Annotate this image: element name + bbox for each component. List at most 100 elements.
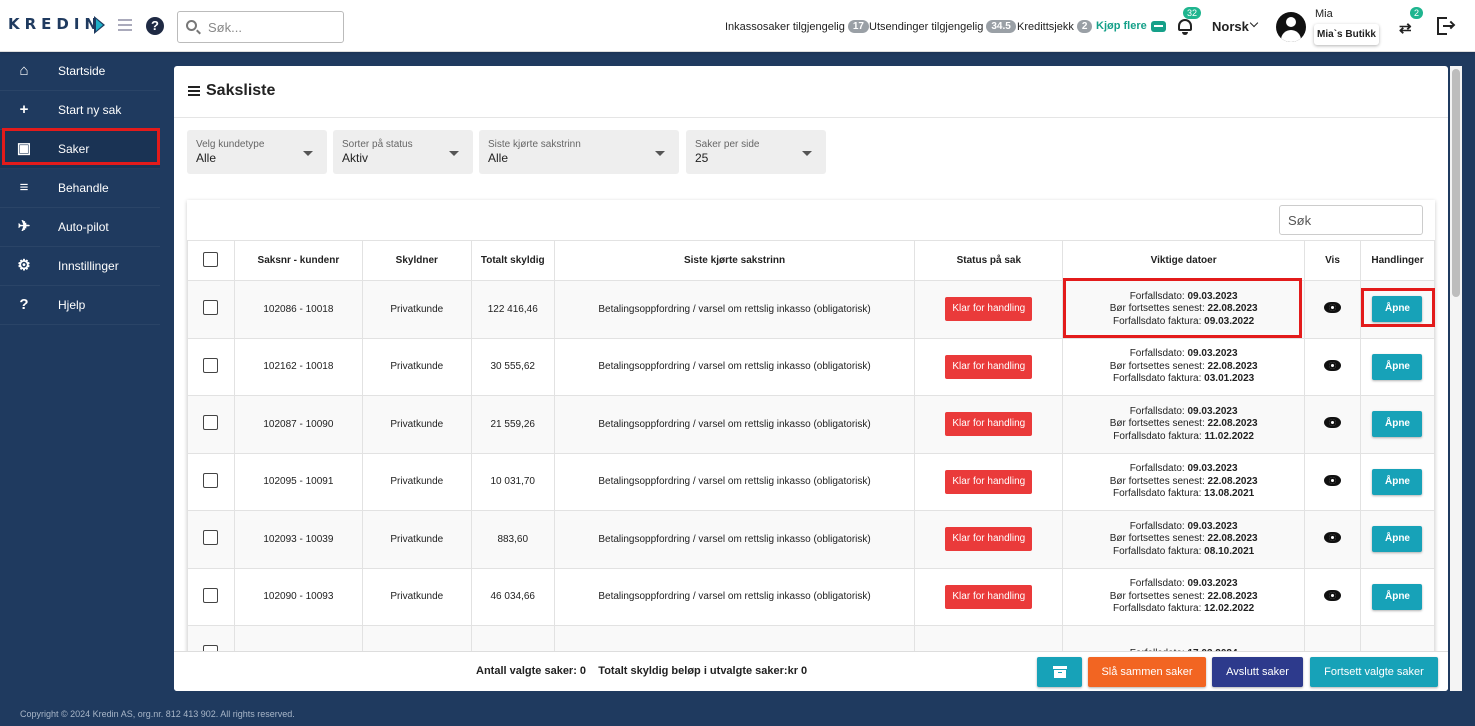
selected-total: Totalt skyldig beløp i utvalgte saker:kr… bbox=[598, 665, 808, 677]
status-badge[interactable]: Klar for handling bbox=[945, 297, 1033, 322]
filter-per-side[interactable]: Saker per side 25 bbox=[686, 130, 826, 174]
view-cell bbox=[1304, 510, 1361, 569]
view-cell bbox=[1304, 452, 1361, 511]
kredin-logo[interactable]: KREDIN bbox=[8, 15, 102, 33]
open-case-button[interactable]: Åpne bbox=[1372, 468, 1423, 495]
filter-value: Alle bbox=[488, 151, 509, 165]
status-cell: Klar for handling bbox=[914, 395, 1064, 454]
eye-icon[interactable] bbox=[1323, 474, 1341, 486]
stat-label: Kredittsjekk bbox=[1017, 20, 1074, 33]
table-row: 102090 - 10093 Privatkunde 46 034,66 Betali… bbox=[187, 567, 1435, 626]
sidebar-item-auto-pilot[interactable]: ✈ Auto-pilot bbox=[0, 208, 160, 247]
due-date-line: Forfallsdato: 09.03.2023 bbox=[1063, 578, 1304, 591]
row-checkbox[interactable] bbox=[203, 415, 219, 431]
status-badge[interactable]: Klar for handling bbox=[945, 584, 1033, 609]
table-header-row: Saksnr - kundenr Skyldner Totalt skyldig… bbox=[187, 240, 1435, 281]
dates-cell: Forfallsdato: 09.03.2023 Bør fortsettes s… bbox=[1062, 337, 1306, 396]
continue-by-value: 22.08.2023 bbox=[1207, 533, 1258, 544]
view-cell bbox=[1304, 395, 1361, 454]
column-header[interactable]: Siste kjørte sakstrinn bbox=[553, 240, 916, 281]
eye-icon[interactable] bbox=[1323, 302, 1341, 314]
table-search[interactable] bbox=[1279, 205, 1423, 235]
global-search-input[interactable] bbox=[208, 18, 338, 36]
hamburger-menu-icon[interactable] bbox=[118, 19, 132, 31]
status-badge[interactable]: Klar for handling bbox=[945, 469, 1033, 494]
user-avatar-icon[interactable] bbox=[1276, 12, 1306, 42]
scrollbar-thumb[interactable] bbox=[1452, 69, 1460, 297]
skyldner-cell: Privatkunde bbox=[361, 337, 472, 396]
merge-cases-button[interactable]: Slå sammen saker bbox=[1088, 657, 1206, 687]
status-badge[interactable]: Klar for handling bbox=[945, 412, 1033, 437]
sidebar-item-innstillinger[interactable]: ⚙ Innstillinger bbox=[0, 247, 160, 286]
open-case-button[interactable]: Åpne bbox=[1372, 353, 1423, 380]
view-cell bbox=[1304, 280, 1361, 339]
selection-summary: Antall valgte saker: 0 Totalt skyldig be… bbox=[476, 665, 807, 677]
row-checkbox[interactable] bbox=[203, 587, 219, 603]
total-cell: 10 031,70 bbox=[470, 452, 555, 511]
case-table-card: Saksnr - kundenr Skyldner Totalt skyldig… bbox=[187, 200, 1435, 660]
row-checkbox[interactable] bbox=[203, 300, 219, 316]
column-header[interactable]: Saksnr - kundenr bbox=[233, 240, 363, 281]
invoice-due-line: Forfallsdato faktura: 08.10.2021 bbox=[1063, 546, 1304, 559]
sidebar-item-hjelp[interactable]: ? Hjelp bbox=[0, 286, 160, 325]
filter-status[interactable]: Sorter på status Aktiv bbox=[333, 130, 473, 174]
sidebar-item-startside[interactable]: ⌂ Startside bbox=[0, 52, 160, 91]
selected-count: Antall valgte saker: 0 bbox=[476, 665, 587, 677]
chevron-down-icon[interactable] bbox=[1249, 18, 1259, 28]
continue-cases-button[interactable]: Fortsett valgte saker bbox=[1310, 657, 1438, 687]
column-header[interactable]: Status på sak bbox=[914, 240, 1064, 281]
eye-icon[interactable] bbox=[1323, 532, 1341, 544]
due-date-label: Forfallsdato: bbox=[1129, 463, 1185, 474]
buy-more-link[interactable]: Kjøp flere bbox=[1096, 20, 1166, 32]
user-name: Mia bbox=[1315, 8, 1333, 20]
row-checkbox[interactable] bbox=[203, 357, 219, 373]
open-case-button[interactable]: Åpne bbox=[1372, 411, 1423, 438]
row-checkbox[interactable] bbox=[203, 530, 219, 546]
invoice-due-label: Forfallsdato faktura: bbox=[1113, 488, 1202, 499]
language-selector[interactable]: Norsk bbox=[1212, 19, 1249, 34]
saksnr-cell: 102087 - 10090 bbox=[233, 395, 363, 454]
eye-icon[interactable] bbox=[1323, 359, 1341, 371]
filter-kundetype[interactable]: Velg kundetype Alle bbox=[187, 130, 327, 174]
stat-count-badge: 17 bbox=[847, 20, 869, 33]
select-all-checkbox[interactable] bbox=[203, 251, 219, 267]
row-select-cell bbox=[187, 280, 235, 339]
continue-by-value: 22.08.2023 bbox=[1207, 360, 1258, 372]
filter-label: Siste kjørte sakstrinn bbox=[488, 139, 581, 150]
status-badge[interactable]: Klar for handling bbox=[945, 527, 1033, 552]
open-case-button[interactable]: Åpne bbox=[1372, 583, 1423, 610]
page-scrollbar[interactable] bbox=[1450, 66, 1462, 691]
eye-icon[interactable] bbox=[1323, 589, 1341, 601]
shop-switch-button[interactable]: Mia`s Butikk bbox=[1314, 24, 1379, 45]
logout-icon[interactable] bbox=[1437, 17, 1456, 35]
status-badge[interactable]: Klar for handling bbox=[945, 354, 1033, 379]
total-cell: 30 555,62 bbox=[470, 337, 555, 396]
row-checkbox[interactable] bbox=[203, 472, 219, 488]
caret-down-icon bbox=[449, 151, 459, 156]
filter-label: Saker per side bbox=[695, 139, 760, 150]
notifications-bell-icon[interactable] bbox=[1177, 17, 1193, 35]
continue-by-label: Bør fortsettes senest: bbox=[1109, 360, 1205, 372]
archive-button[interactable] bbox=[1037, 657, 1082, 687]
question-icon: ? bbox=[19, 296, 29, 313]
column-header[interactable]: Totalt skyldig bbox=[470, 240, 555, 281]
global-search[interactable] bbox=[177, 11, 344, 43]
switch-account-icon[interactable]: ⇄ bbox=[1399, 19, 1412, 37]
column-header[interactable]: Skyldner bbox=[361, 240, 472, 281]
due-date-label: Forfallsdato: bbox=[1129, 405, 1185, 417]
filter-sakstrinn[interactable]: Siste kjørte sakstrinn Alle bbox=[479, 130, 679, 174]
continue-by-value: 22.08.2023 bbox=[1207, 418, 1258, 429]
close-cases-button[interactable]: Avslutt saker bbox=[1212, 657, 1303, 687]
column-header[interactable]: Viktige datoer bbox=[1062, 240, 1306, 281]
sidebar-item-behandle[interactable]: ≡ Behandle bbox=[0, 169, 160, 208]
open-case-button[interactable]: Åpne bbox=[1372, 526, 1423, 553]
help-icon[interactable]: ? bbox=[146, 17, 164, 35]
saksnr-cell: 102162 - 10018 bbox=[233, 337, 363, 396]
invoice-due-label: Forfallsdato faktura: bbox=[1113, 373, 1202, 384]
invoice-due-label: Forfallsdato faktura: bbox=[1113, 430, 1202, 442]
table-search-input[interactable] bbox=[1288, 212, 1413, 229]
saksnr-cell: 102090 - 10093 bbox=[233, 567, 363, 626]
sidebar-item-start-ny-sak[interactable]: + Start ny sak bbox=[0, 91, 160, 130]
eye-icon[interactable] bbox=[1323, 417, 1341, 429]
actions-cell: Åpne bbox=[1359, 510, 1435, 569]
